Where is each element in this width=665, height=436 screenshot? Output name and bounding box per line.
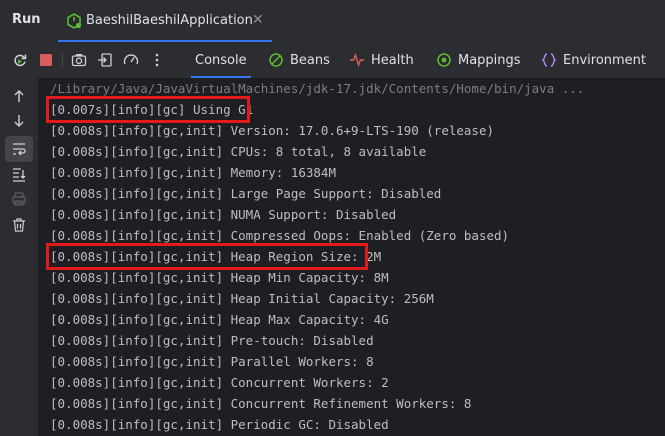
console-line: [0.008s][info][gc,init] Large Page Suppo… bbox=[50, 186, 442, 201]
more-icon[interactable] bbox=[149, 52, 165, 68]
spring-boot-icon bbox=[67, 13, 82, 29]
run-tool-window-header: Run BaeshilBaeshilApplication ✕ bbox=[0, 0, 665, 42]
toolbar-separator bbox=[62, 52, 63, 68]
console-line: [0.008s][info][gc,init] Periodic GC: Dis… bbox=[50, 417, 389, 432]
soft-wrap-icon[interactable] bbox=[11, 141, 27, 157]
run-config-name: BaeshilBaeshilApplication bbox=[86, 13, 253, 28]
exit-icon[interactable] bbox=[97, 52, 113, 68]
console-line: [0.008s][info][gc,init] Heap Initial Cap… bbox=[50, 291, 434, 306]
console-line: [0.008s][info][gc,init] Concurrent Refin… bbox=[50, 396, 472, 411]
tab-mappings-label: Mappings bbox=[458, 52, 521, 68]
beans-icon bbox=[269, 53, 283, 67]
clear-icon[interactable] bbox=[11, 217, 27, 233]
console-line: [0.008s][info][gc,init] NUMA Support: Di… bbox=[50, 207, 397, 222]
stop-icon[interactable] bbox=[38, 52, 54, 68]
run-label: Run bbox=[12, 12, 41, 27]
console-line: [0.008s][info][gc,init] Version: 17.0.6+… bbox=[50, 123, 495, 138]
console-line: [0.008s][info][gc,init] Heap Min Capacit… bbox=[50, 270, 389, 285]
tab-beans[interactable]: Beans bbox=[268, 42, 330, 78]
tab-health-label: Health bbox=[371, 52, 414, 68]
console-line: [0.008s][info][gc,init] CPUs: 8 total, 8… bbox=[50, 144, 427, 159]
tab-health[interactable]: Health bbox=[349, 42, 414, 78]
tab-environment[interactable]: Environment bbox=[541, 42, 646, 78]
console-line: [0.008s][info][gc,init] Parallel Workers… bbox=[50, 354, 374, 369]
console-output[interactable]: /Library/Java/JavaVirtualMachines/jdk-17… bbox=[38, 78, 665, 436]
mappings-icon bbox=[437, 53, 451, 67]
tab-console[interactable]: Console bbox=[191, 42, 251, 78]
health-icon bbox=[350, 52, 364, 68]
performance-icon[interactable] bbox=[123, 52, 139, 68]
tab-environment-label: Environment bbox=[563, 52, 647, 68]
tab-console-label: Console bbox=[195, 52, 247, 68]
console-side-toolbar bbox=[0, 78, 38, 436]
down-arrow-icon[interactable] bbox=[11, 113, 27, 129]
screenshot-icon[interactable] bbox=[71, 52, 87, 68]
console-line: [0.008s][info][gc,init] Pre-touch: Disab… bbox=[50, 333, 374, 348]
close-tab-icon[interactable]: ✕ bbox=[252, 12, 264, 28]
environment-icon bbox=[541, 53, 557, 67]
print-icon bbox=[12, 192, 26, 206]
console-line: [0.008s][info][gc,init] Memory: 16384M bbox=[50, 165, 336, 180]
tab-beans-label: Beans bbox=[290, 52, 330, 68]
rerun-icon[interactable] bbox=[12, 52, 28, 68]
console-line: [0.008s][info][gc,init] Concurrent Worke… bbox=[50, 375, 389, 390]
scroll-to-end-icon[interactable] bbox=[11, 166, 27, 182]
highlight-box-heap-region-size bbox=[46, 243, 368, 270]
run-config-tab[interactable]: BaeshilBaeshilApplication ✕ bbox=[58, 0, 272, 42]
up-arrow-icon[interactable] bbox=[11, 88, 27, 104]
run-toolbar: Console Beans Health Mappings Environmen… bbox=[0, 42, 665, 78]
console-line: [0.008s][info][gc,init] Heap Max Capacit… bbox=[50, 312, 389, 327]
highlight-box-using-g1 bbox=[46, 96, 250, 123]
tab-mappings[interactable]: Mappings bbox=[436, 42, 521, 78]
